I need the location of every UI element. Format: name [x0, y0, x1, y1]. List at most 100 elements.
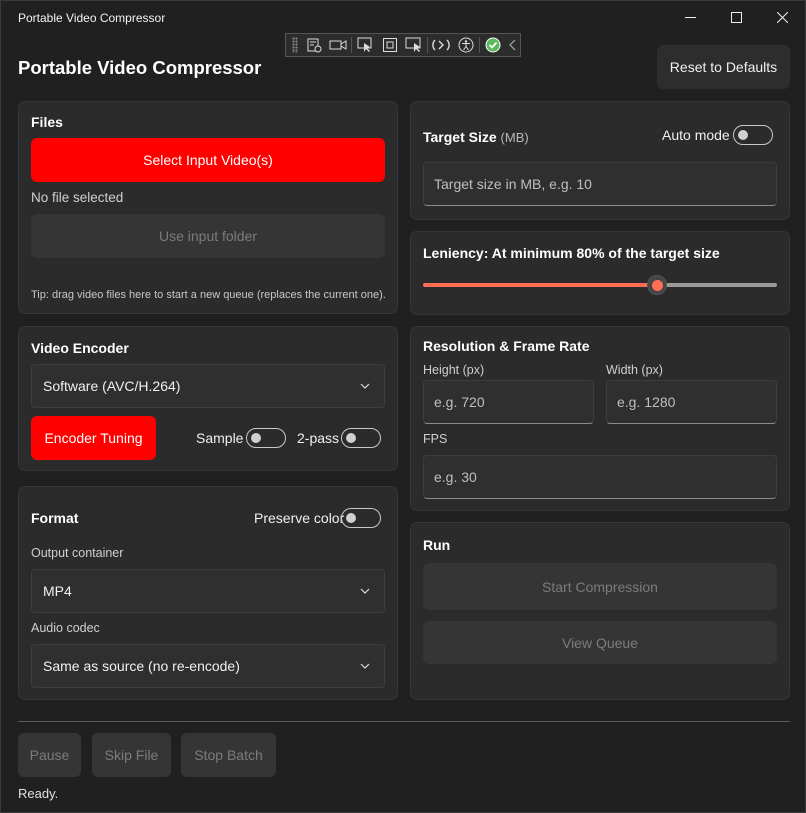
binding-status-button[interactable]: [481, 34, 505, 56]
chevron-down-icon: [360, 383, 370, 389]
slider-track-remaining: [657, 283, 777, 287]
sample-toggle[interactable]: [246, 428, 286, 448]
target-size-input[interactable]: Target size in MB, e.g. 10: [423, 162, 777, 206]
leniency-card: Leniency: At minimum 80% of the target s…: [410, 231, 790, 315]
display-layout-icon: [405, 37, 421, 52]
accessibility-button[interactable]: [453, 34, 477, 56]
encoder-select[interactable]: Software (AVC/H.264): [31, 364, 385, 408]
track-focus-icon: [382, 38, 397, 52]
track-focus-button[interactable]: [378, 34, 402, 56]
toolbar-separator: [478, 37, 480, 53]
collapse-chevron-icon: [508, 39, 515, 51]
drag-tip-text: Tip: drag video files here to start a ne…: [31, 289, 386, 301]
chevron-down-icon: [360, 663, 370, 669]
use-input-folder-button[interactable]: Use input folder: [31, 214, 385, 258]
footer-divider: [18, 721, 790, 722]
slider-thumb-dot: [651, 279, 663, 291]
maximize-button[interactable]: [713, 1, 759, 33]
output-container-select[interactable]: MP4: [31, 569, 385, 613]
maximize-icon: [730, 11, 742, 23]
target-size-heading: Target Size (MB): [423, 129, 529, 145]
audio-codec-value: Same as source (no re-encode): [43, 658, 240, 674]
audio-codec-select[interactable]: Same as source (no re-encode): [31, 644, 385, 688]
slider-thumb[interactable]: [647, 275, 667, 295]
toggle-knob: [346, 513, 356, 523]
close-button[interactable]: [759, 1, 805, 33]
status-text: Ready.: [18, 786, 59, 801]
resolution-heading: Resolution & Frame Rate: [423, 338, 590, 354]
accessibility-icon: [458, 37, 474, 53]
toggle-knob: [738, 130, 748, 140]
encoder-select-value: Software (AVC/H.264): [43, 378, 181, 394]
video-encoder-heading: Video Encoder: [31, 340, 129, 356]
toggle-knob: [251, 433, 261, 443]
toolbar-separator: [427, 37, 429, 53]
preserve-color-toggle[interactable]: [341, 508, 381, 528]
select-input-videos-button[interactable]: Select Input Video(s): [31, 138, 385, 182]
fps-input[interactable]: e.g. 30: [423, 455, 777, 499]
minimize-button[interactable]: [667, 1, 713, 33]
resolution-card: Resolution & Frame Rate Height (px) e.g.…: [410, 326, 790, 511]
video-icon: [329, 40, 347, 50]
two-pass-toggle[interactable]: [341, 428, 381, 448]
output-container-label: Output container: [31, 546, 124, 560]
encoder-tuning-button[interactable]: Encoder Tuning: [31, 416, 156, 460]
checkmark-icon: [485, 37, 501, 53]
audio-codec-label: Audio codec: [31, 621, 100, 635]
select-element-button[interactable]: [353, 34, 377, 56]
width-label: Width (px): [606, 363, 663, 377]
slider-track-filled: [423, 283, 657, 287]
files-card: Files Select Input Video(s) No file sele…: [18, 101, 398, 314]
sample-label: Sample: [196, 430, 244, 446]
target-size-title: Target Size: [423, 129, 497, 145]
chevron-down-icon: [360, 588, 370, 594]
stop-batch-button[interactable]: Stop Batch: [181, 733, 276, 777]
target-size-card: Target Size (MB) Auto mode Target size i…: [410, 101, 790, 220]
pause-button[interactable]: Pause: [18, 733, 81, 777]
skip-file-button[interactable]: Skip File: [92, 733, 171, 777]
start-compression-button[interactable]: Start Compression: [423, 563, 777, 610]
output-container-value: MP4: [43, 583, 72, 599]
fps-placeholder: e.g. 30: [434, 469, 477, 485]
title-bar: Portable Video Compressor: [1, 1, 806, 33]
toggle-knob: [346, 433, 356, 443]
auto-mode-toggle[interactable]: [733, 125, 773, 145]
page-title: Portable Video Compressor: [18, 57, 262, 78]
select-element-icon: [357, 37, 372, 52]
view-queue-button[interactable]: View Queue: [423, 621, 777, 664]
toolbar-grip[interactable]: [292, 37, 298, 53]
hot-reload-button[interactable]: [429, 34, 453, 56]
file-status-text: No file selected: [31, 190, 124, 205]
run-heading: Run: [423, 537, 451, 553]
video-encoder-card: Video Encoder Software (AVC/H.264) Encod…: [18, 326, 398, 471]
leniency-label: Leniency: At minimum 80% of the target s…: [423, 245, 720, 261]
target-size-placeholder: Target size in MB, e.g. 10: [434, 176, 592, 192]
reset-defaults-button[interactable]: Reset to Defaults: [657, 45, 790, 89]
width-placeholder: e.g. 1280: [617, 394, 676, 410]
collapse-toolbar-button[interactable]: [505, 34, 520, 56]
close-icon: [776, 11, 788, 23]
display-layout-button[interactable]: [402, 34, 426, 56]
live-tree-button[interactable]: [302, 34, 326, 56]
run-card: Run Start Compression View Queue: [410, 522, 790, 700]
height-input[interactable]: e.g. 720: [423, 380, 594, 424]
minimize-icon: [684, 16, 696, 18]
video-button[interactable]: [326, 34, 350, 56]
window-title: Portable Video Compressor: [18, 11, 166, 25]
width-input[interactable]: e.g. 1280: [606, 380, 777, 424]
preserve-color-label: Preserve color: [254, 510, 345, 526]
auto-mode-label: Auto mode: [662, 127, 730, 143]
height-placeholder: e.g. 720: [434, 394, 485, 410]
format-heading: Format: [31, 510, 79, 526]
files-heading: Files: [31, 114, 63, 130]
hot-reload-icon: [432, 39, 451, 51]
fps-label: FPS: [423, 432, 448, 446]
leniency-slider[interactable]: [423, 274, 777, 296]
app-window: Portable Video Compressor Portable Video…: [0, 0, 806, 813]
height-label: Height (px): [423, 363, 485, 377]
live-tree-icon: [307, 38, 322, 53]
two-pass-label: 2-pass: [297, 430, 340, 446]
target-size-unit: (MB): [500, 130, 529, 145]
toolbar-separator: [351, 37, 353, 53]
format-card: Format Preserve color Output container M…: [18, 486, 398, 700]
